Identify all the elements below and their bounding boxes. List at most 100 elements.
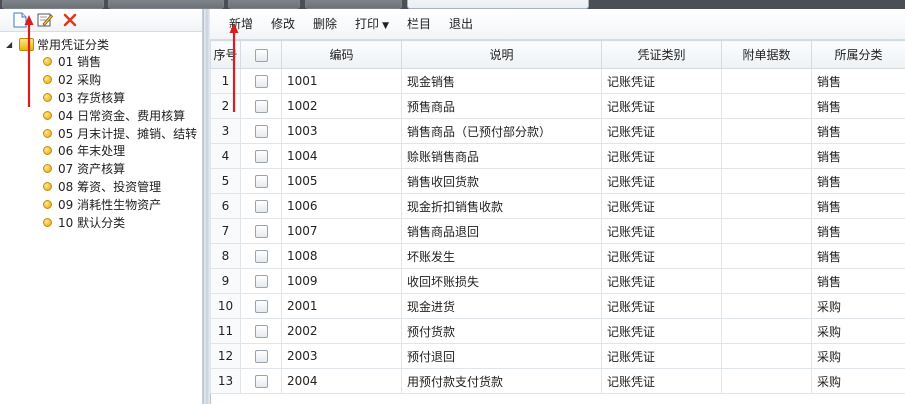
cell-index[interactable]: 12: [210, 343, 241, 369]
cell-voucher-type[interactable]: 记账凭证: [601, 368, 722, 394]
cell-voucher-type[interactable]: 记账凭证: [601, 168, 722, 194]
cell-attachments[interactable]: [721, 268, 812, 294]
window-tab[interactable]: [108, 0, 224, 9]
cell-description[interactable]: 现金折扣销售收款: [401, 193, 602, 219]
cell-code[interactable]: 1008: [281, 243, 402, 269]
window-tab[interactable]: [305, 0, 402, 9]
table-row[interactable]: 13 2004 用预付款支付货款 记账凭证 采购: [210, 368, 905, 394]
cell-code[interactable]: 1005: [281, 168, 402, 194]
cell-description[interactable]: 预售商品: [401, 93, 602, 119]
column-header-attachments[interactable]: 附单据数: [721, 40, 812, 69]
cell-select[interactable]: [240, 118, 282, 144]
cell-category[interactable]: 销售: [811, 268, 905, 294]
row-checkbox[interactable]: [254, 125, 268, 138]
cell-voucher-type[interactable]: 记账凭证: [601, 293, 722, 319]
row-checkbox[interactable]: [254, 325, 268, 338]
table-row[interactable]: 8 1008 坏账发生 记账凭证 销售: [210, 243, 905, 269]
window-tab-active[interactable]: [407, 0, 589, 9]
row-checkbox[interactable]: [254, 200, 268, 213]
row-checkbox[interactable]: [254, 300, 268, 313]
cell-index[interactable]: 3: [210, 118, 241, 144]
cell-attachments[interactable]: [721, 143, 812, 169]
column-header-description[interactable]: 说明: [401, 40, 602, 69]
cell-select[interactable]: [240, 318, 282, 344]
print-dropdown-button[interactable]: 打印 ▼: [346, 9, 398, 39]
cell-index[interactable]: 4: [210, 143, 241, 169]
cell-description[interactable]: 销售商品退回: [401, 218, 602, 244]
row-checkbox[interactable]: [254, 150, 268, 163]
cell-category[interactable]: 采购: [811, 293, 905, 319]
cell-category[interactable]: 采购: [811, 343, 905, 369]
cell-select[interactable]: [240, 368, 282, 394]
tree-item[interactable]: 06 年末处理: [0, 142, 202, 160]
delete-icon[interactable]: [62, 12, 78, 28]
edit-button[interactable]: 修改: [262, 9, 304, 39]
table-row[interactable]: 4 1004 赊账销售商品 记账凭证 销售: [210, 143, 905, 169]
table-row[interactable]: 9 1009 收回坏账损失 记账凭证 销售: [210, 268, 905, 294]
cell-description[interactable]: 坏账发生: [401, 243, 602, 269]
cell-description[interactable]: 销售收回货款: [401, 168, 602, 194]
columns-button[interactable]: 栏目: [398, 9, 440, 39]
cell-voucher-type[interactable]: 记账凭证: [601, 243, 722, 269]
cell-select[interactable]: [240, 243, 282, 269]
cell-select[interactable]: [240, 193, 282, 219]
cell-category[interactable]: 销售: [811, 143, 905, 169]
cell-code[interactable]: 2003: [281, 343, 402, 369]
column-header-code[interactable]: 编码: [281, 40, 402, 69]
tree-item[interactable]: 08 筹资、投资管理: [0, 178, 202, 196]
cell-code[interactable]: 2001: [281, 293, 402, 319]
row-checkbox[interactable]: [254, 75, 268, 88]
cell-attachments[interactable]: [721, 93, 812, 119]
table-row[interactable]: 5 1005 销售收回货款 记账凭证 销售: [210, 168, 905, 194]
window-tab[interactable]: [228, 0, 300, 9]
cell-index[interactable]: 13: [210, 368, 241, 394]
cell-description[interactable]: 收回坏账损失: [401, 268, 602, 294]
cell-index[interactable]: 10: [210, 293, 241, 319]
cell-description[interactable]: 现金进货: [401, 293, 602, 319]
column-header-category[interactable]: 所属分类: [811, 40, 905, 69]
cell-voucher-type[interactable]: 记账凭证: [601, 68, 722, 94]
row-checkbox[interactable]: [254, 175, 268, 188]
cell-code[interactable]: 1004: [281, 143, 402, 169]
cell-code[interactable]: 2002: [281, 318, 402, 344]
cell-category[interactable]: 销售: [811, 118, 905, 144]
row-checkbox[interactable]: [254, 375, 268, 388]
cell-index[interactable]: 7: [210, 218, 241, 244]
tree-item[interactable]: 10 默认分类: [0, 213, 202, 231]
table-row[interactable]: 3 1003 销售商品（已预付部分款） 记账凭证 销售: [210, 118, 905, 144]
cell-select[interactable]: [240, 93, 282, 119]
cell-category[interactable]: 销售: [811, 93, 905, 119]
cell-select[interactable]: [240, 293, 282, 319]
cell-attachments[interactable]: [721, 168, 812, 194]
cell-description[interactable]: 预付货款: [401, 318, 602, 344]
row-checkbox[interactable]: [254, 250, 268, 263]
cell-index[interactable]: 5: [210, 168, 241, 194]
cell-attachments[interactable]: [721, 193, 812, 219]
cell-attachments[interactable]: [721, 118, 812, 144]
cell-attachments[interactable]: [721, 343, 812, 369]
cell-description[interactable]: 现金销售: [401, 68, 602, 94]
cell-code[interactable]: 1003: [281, 118, 402, 144]
cell-description[interactable]: 赊账销售商品: [401, 143, 602, 169]
table-row[interactable]: 11 2002 预付货款 记账凭证 采购: [210, 318, 905, 344]
cell-select[interactable]: [240, 68, 282, 94]
cell-index[interactable]: 11: [210, 318, 241, 344]
cell-code[interactable]: 1007: [281, 218, 402, 244]
column-header-voucher-type[interactable]: 凭证类别: [601, 40, 722, 69]
window-tab[interactable]: [2, 0, 104, 9]
cell-description[interactable]: 用预付款支付货款: [401, 368, 602, 394]
cell-voucher-type[interactable]: 记账凭证: [601, 193, 722, 219]
cell-voucher-type[interactable]: 记账凭证: [601, 268, 722, 294]
tree-item[interactable]: 07 资产核算: [0, 160, 202, 178]
table-row[interactable]: 12 2003 预付退回 记账凭证 采购: [210, 343, 905, 369]
cell-description[interactable]: 销售商品（已预付部分款）: [401, 118, 602, 144]
cell-code[interactable]: 1001: [281, 68, 402, 94]
cell-select[interactable]: [240, 268, 282, 294]
table-row[interactable]: 10 2001 现金进货 记账凭证 采购: [210, 293, 905, 319]
cell-code[interactable]: 1002: [281, 93, 402, 119]
cell-code[interactable]: 1006: [281, 193, 402, 219]
cell-code[interactable]: 1009: [281, 268, 402, 294]
cell-voucher-type[interactable]: 记账凭证: [601, 93, 722, 119]
cell-select[interactable]: [240, 343, 282, 369]
cell-attachments[interactable]: [721, 293, 812, 319]
